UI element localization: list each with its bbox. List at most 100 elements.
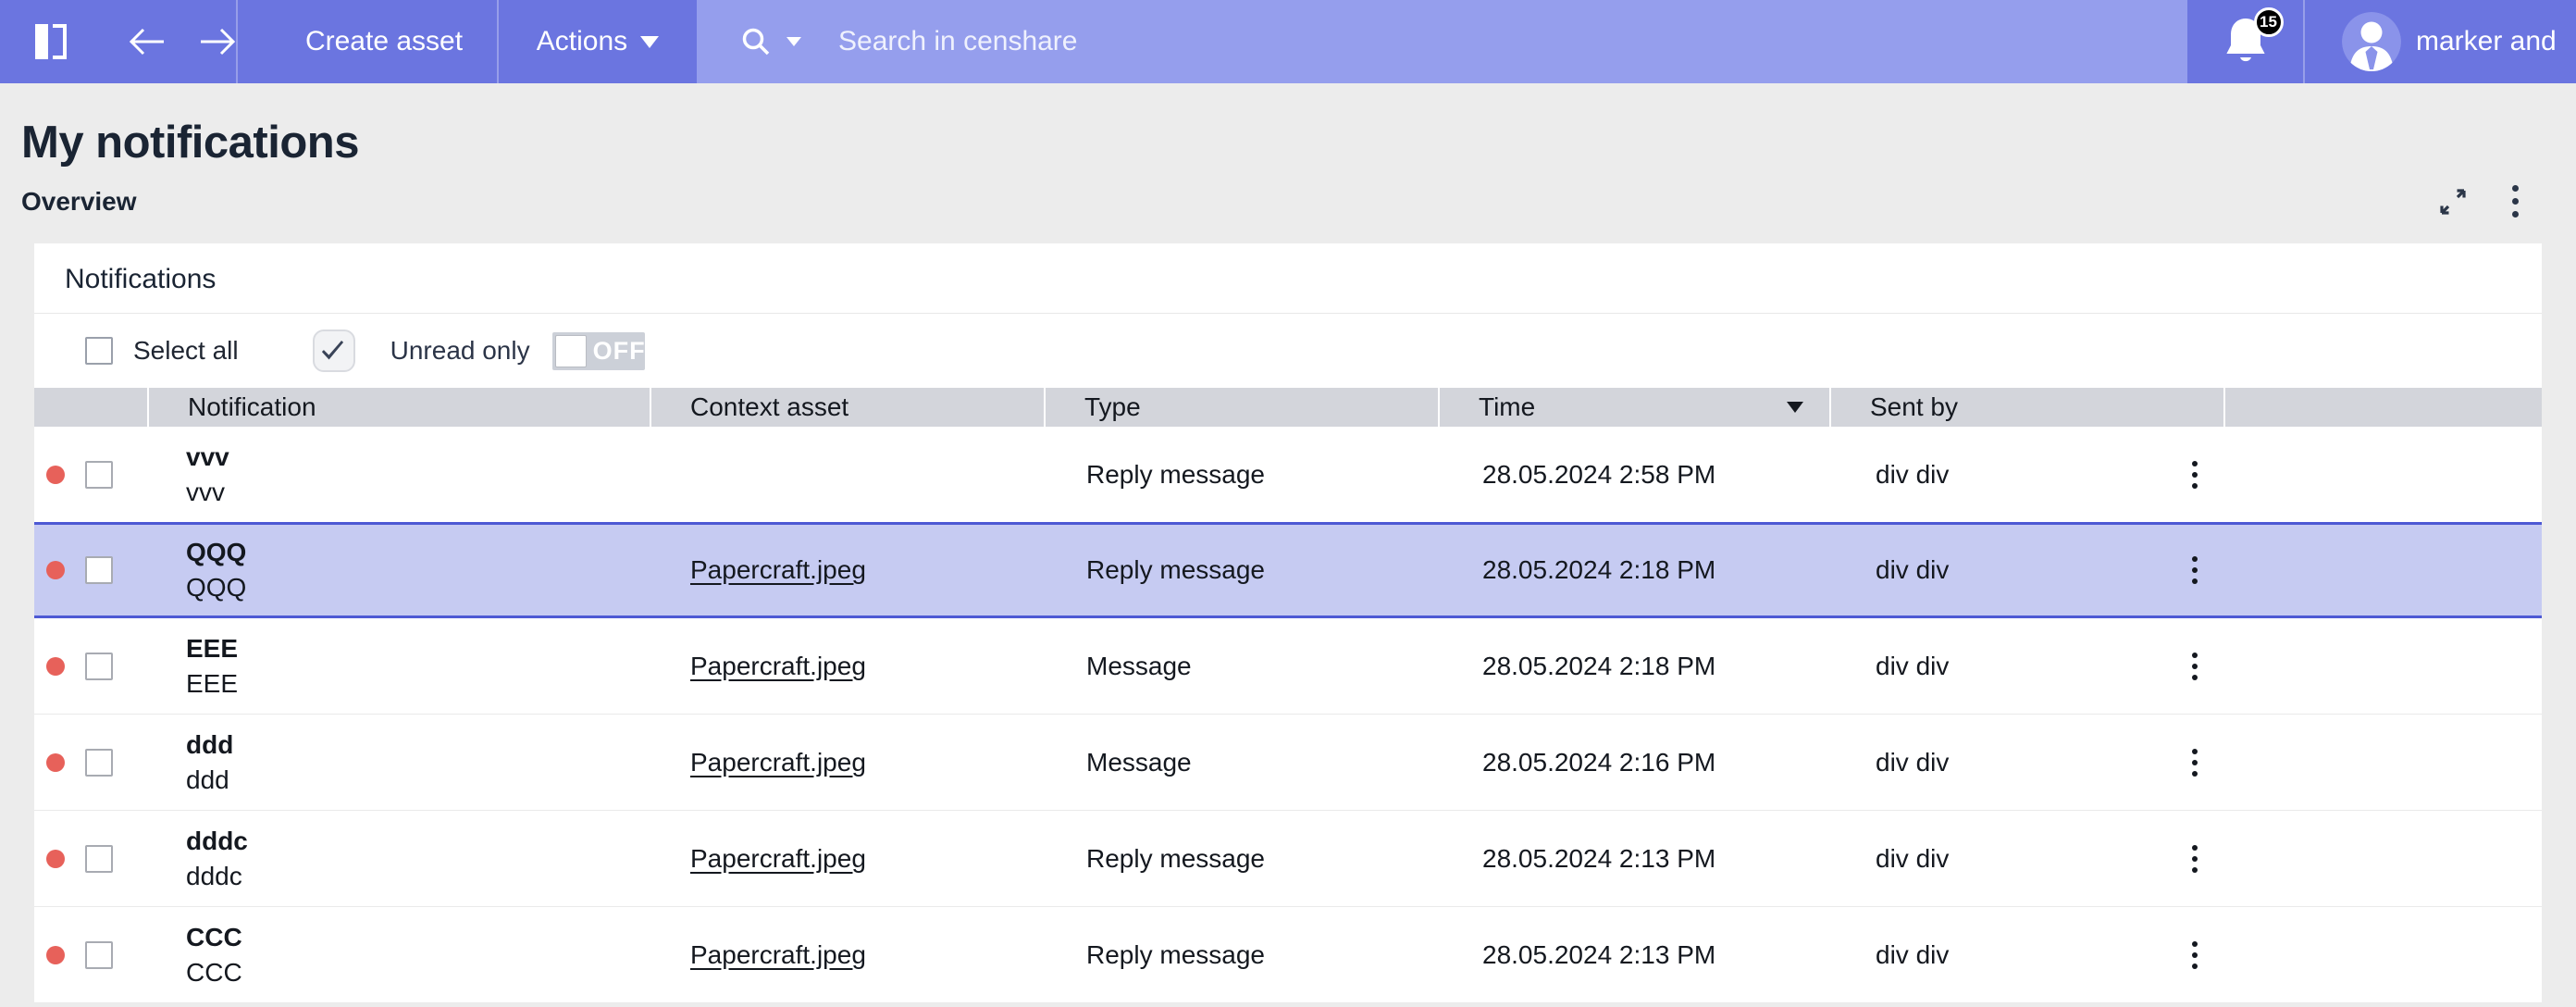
kebab-icon bbox=[2192, 845, 2198, 873]
table-row[interactable]: ddd ddd Papercraft.jpeg Message 28.05.20… bbox=[34, 715, 2542, 811]
notifications-button[interactable]: 15 bbox=[2221, 15, 2271, 68]
row-notification-cell: CCC CCC bbox=[147, 907, 650, 1002]
kebab-icon bbox=[2192, 749, 2198, 777]
list-controls: Select all Unread only OFF bbox=[34, 314, 2542, 388]
row-type-cell: Reply message bbox=[1044, 811, 1438, 906]
table-row[interactable]: dddc dddc Papercraft.jpeg Reply message … bbox=[34, 811, 2542, 907]
widget-menu-button[interactable] bbox=[2508, 181, 2522, 221]
column-header-notification[interactable]: Notification bbox=[147, 388, 650, 427]
username: marker and bbox=[2416, 26, 2557, 57]
row-status-cell bbox=[34, 525, 147, 615]
row-menu-button[interactable] bbox=[2188, 841, 2201, 876]
row-status-cell bbox=[34, 618, 147, 714]
panel-title: Notifications bbox=[34, 243, 2542, 313]
row-menu-button[interactable] bbox=[2188, 745, 2201, 780]
context-asset-link[interactable]: Papercraft.jpeg bbox=[690, 748, 866, 777]
unread-only-toggle[interactable]: OFF bbox=[552, 332, 645, 370]
row-context-cell: Papercraft.jpeg bbox=[650, 618, 1044, 714]
row-time-cell: 28.05.2024 2:13 PM bbox=[1438, 811, 1829, 906]
notifications-panel: Notifications Select all Unread only OFF bbox=[34, 243, 2542, 1003]
row-checkbox[interactable] bbox=[85, 461, 113, 489]
row-time-cell: 28.05.2024 2:16 PM bbox=[1438, 715, 1829, 810]
sidebar-toggle-icon bbox=[34, 23, 68, 60]
actions-label: Actions bbox=[537, 26, 627, 57]
sort-desc-icon bbox=[1787, 402, 1803, 413]
unread-dot-icon bbox=[46, 753, 65, 772]
row-menu-button[interactable] bbox=[2188, 553, 2201, 588]
toggle-state-label: OFF bbox=[593, 337, 645, 366]
forward-button[interactable] bbox=[199, 0, 236, 83]
row-time-cell: 28.05.2024 2:18 PM bbox=[1438, 525, 1829, 615]
search-scope-caret-icon[interactable] bbox=[786, 37, 801, 46]
user-menu[interactable]: marker and bbox=[2305, 0, 2576, 83]
row-notification-cell: vvv vvv bbox=[147, 427, 650, 522]
row-status-cell bbox=[34, 427, 147, 522]
nav-arrows bbox=[129, 0, 236, 83]
table-row[interactable]: EEE EEE Papercraft.jpeg Message 28.05.20… bbox=[34, 618, 2542, 715]
column-header-actions bbox=[2223, 388, 2542, 427]
table-row[interactable]: vvv vvv Reply message 28.05.2024 2:58 PM… bbox=[34, 427, 2542, 523]
column-header-time[interactable]: Time bbox=[1438, 388, 1829, 427]
row-actions-cell bbox=[2223, 427, 2542, 522]
toggle-knob bbox=[555, 335, 587, 367]
avatar bbox=[2342, 12, 2401, 71]
double-check-icon bbox=[320, 339, 348, 363]
column-header-context-asset[interactable]: Context asset bbox=[650, 388, 1044, 427]
row-sent-by-cell: div div bbox=[1829, 811, 2223, 906]
sent-by-value: div div bbox=[1876, 555, 1949, 585]
notification-title: CCC bbox=[186, 920, 242, 955]
expand-widget-button[interactable] bbox=[2438, 187, 2468, 217]
row-sent-by-cell: div div bbox=[1829, 715, 2223, 810]
sent-by-value: div div bbox=[1876, 748, 1949, 777]
mark-all-read-button[interactable] bbox=[313, 329, 355, 372]
chevron-down-icon bbox=[640, 36, 659, 48]
column-header-sent-by[interactable]: Sent by bbox=[1829, 388, 2223, 427]
unread-dot-icon bbox=[46, 466, 65, 484]
select-all-label[interactable]: Select all bbox=[133, 336, 239, 366]
row-sent-by-cell: div div bbox=[1829, 618, 2223, 714]
row-status-cell bbox=[34, 811, 147, 906]
column-header-type[interactable]: Type bbox=[1044, 388, 1438, 427]
row-menu-button[interactable] bbox=[2188, 649, 2201, 684]
kebab-icon bbox=[2192, 556, 2198, 584]
row-context-cell: Papercraft.jpeg bbox=[650, 907, 1044, 1002]
row-checkbox[interactable] bbox=[85, 653, 113, 680]
overview-subtitle: Overview bbox=[21, 187, 2438, 217]
context-asset-link[interactable]: Papercraft.jpeg bbox=[690, 844, 866, 874]
context-asset-link[interactable]: Papercraft.jpeg bbox=[690, 652, 866, 681]
global-search-input[interactable]: Search in censhare bbox=[697, 0, 2187, 83]
row-sent-by-cell: div div bbox=[1829, 525, 2223, 615]
topbar-divider bbox=[236, 0, 238, 83]
row-status-cell bbox=[34, 715, 147, 810]
row-context-cell: Papercraft.jpeg bbox=[650, 525, 1044, 615]
arrow-right-icon bbox=[199, 27, 236, 56]
row-menu-button[interactable] bbox=[2188, 938, 2201, 973]
row-actions-cell bbox=[2223, 715, 2542, 810]
create-asset-button[interactable]: Create asset bbox=[271, 0, 497, 83]
unread-dot-icon bbox=[46, 657, 65, 676]
row-checkbox[interactable] bbox=[85, 556, 113, 584]
context-asset-link[interactable]: Papercraft.jpeg bbox=[690, 940, 866, 970]
kebab-icon bbox=[2192, 461, 2198, 489]
row-checkbox[interactable] bbox=[85, 749, 113, 777]
row-checkbox[interactable] bbox=[85, 845, 113, 873]
table-row[interactable]: CCC CCC Papercraft.jpeg Reply message 28… bbox=[34, 907, 2542, 1003]
notification-title: ddd bbox=[186, 727, 233, 763]
row-sent-by-cell: div div bbox=[1829, 907, 2223, 1002]
row-type-cell: Reply message bbox=[1044, 907, 1438, 1002]
row-checkbox[interactable] bbox=[85, 941, 113, 969]
row-type-cell: Reply message bbox=[1044, 427, 1438, 522]
table-row[interactable]: QQQ QQQ Papercraft.jpeg Reply message 28… bbox=[34, 522, 2542, 618]
sidebar-toggle-button[interactable] bbox=[34, 0, 68, 83]
row-time-cell: 28.05.2024 2:13 PM bbox=[1438, 907, 1829, 1002]
back-button[interactable] bbox=[129, 0, 166, 83]
select-all-checkbox[interactable] bbox=[85, 337, 113, 365]
row-menu-button[interactable] bbox=[2188, 457, 2201, 492]
row-time-cell: 28.05.2024 2:18 PM bbox=[1438, 618, 1829, 714]
context-asset-link[interactable]: Papercraft.jpeg bbox=[690, 555, 866, 585]
row-type-cell: Message bbox=[1044, 618, 1438, 714]
time-header-label: Time bbox=[1479, 392, 1535, 422]
actions-menu-button[interactable]: Actions bbox=[499, 0, 697, 83]
notification-subtitle: dddc bbox=[186, 859, 242, 894]
row-notification-cell: dddc dddc bbox=[147, 811, 650, 906]
